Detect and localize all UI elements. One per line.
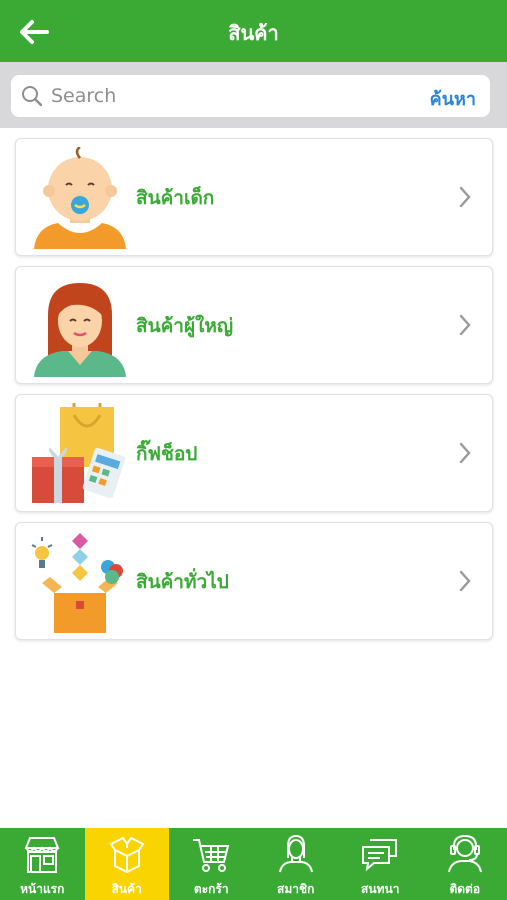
tab-label: ติดต่อ bbox=[449, 882, 481, 896]
chevron-right-icon bbox=[459, 186, 471, 208]
category-item-gift-shop[interactable]: กิ๊ฟช็อป bbox=[15, 394, 493, 512]
category-label: สินค้าทั่วไป bbox=[136, 571, 229, 593]
tab-cart[interactable]: ตะกร้า bbox=[169, 828, 254, 900]
woman-icon bbox=[34, 283, 126, 377]
chevron-right-icon bbox=[459, 314, 471, 336]
search-box: ค้นหา bbox=[11, 75, 490, 117]
page-title: สินค้า bbox=[228, 21, 279, 45]
member-icon bbox=[278, 834, 313, 873]
tab-label: หน้าแรก bbox=[20, 882, 65, 896]
tab-products[interactable]: สินค้า bbox=[84, 828, 169, 900]
cart-icon bbox=[193, 839, 230, 872]
bottom-tab-bar: หน้าแรก สินค้า ตะกร้า สมาชิก สนทนา ติดต่… bbox=[0, 828, 507, 900]
tab-label: สมาชิก bbox=[277, 882, 315, 896]
category-item-adults[interactable]: สินค้าผู้ใหญ่ bbox=[15, 266, 493, 384]
product-box-icon bbox=[109, 836, 145, 874]
category-item-general[interactable]: สินค้าทั่วไป bbox=[15, 522, 493, 640]
tab-contact[interactable]: ติดต่อ bbox=[423, 828, 507, 900]
tab-label: ตะกร้า bbox=[193, 882, 229, 896]
category-list: สินค้าเด็ก สินค้าผู้ใหญ่ กิ๊ฟช็อป สินค้า… bbox=[15, 138, 493, 650]
chevron-right-icon bbox=[459, 442, 471, 464]
header-bar: สินค้า bbox=[0, 0, 507, 62]
category-label: สินค้าผู้ใหญ่ bbox=[136, 315, 234, 337]
chevron-right-icon bbox=[459, 570, 471, 592]
tab-chat[interactable]: สนทนา bbox=[338, 828, 423, 900]
tab-home[interactable]: หน้าแรก bbox=[0, 828, 85, 900]
app-screen: สินค้า ค้นหา bbox=[0, 0, 507, 900]
search-icon bbox=[22, 86, 43, 107]
general-goods-icon bbox=[31, 533, 123, 633]
tab-label: สินค้า bbox=[111, 882, 142, 896]
tab-member[interactable]: สมาชิก bbox=[254, 828, 339, 900]
category-label: สินค้าเด็ก bbox=[136, 187, 215, 209]
chat-icon bbox=[362, 839, 398, 872]
gift-shop-icon bbox=[32, 403, 126, 503]
tab-label: สนทนา bbox=[361, 882, 400, 896]
search-input[interactable] bbox=[51, 80, 411, 112]
category-label: กิ๊ฟช็อป bbox=[136, 443, 198, 465]
category-item-kids[interactable]: สินค้าเด็ก bbox=[15, 138, 493, 256]
store-icon bbox=[24, 837, 60, 873]
search-button[interactable]: ค้นหา bbox=[430, 84, 476, 113]
search-area: ค้นหา bbox=[0, 62, 507, 128]
baby-icon bbox=[34, 147, 126, 249]
contact-support-icon bbox=[447, 834, 482, 873]
